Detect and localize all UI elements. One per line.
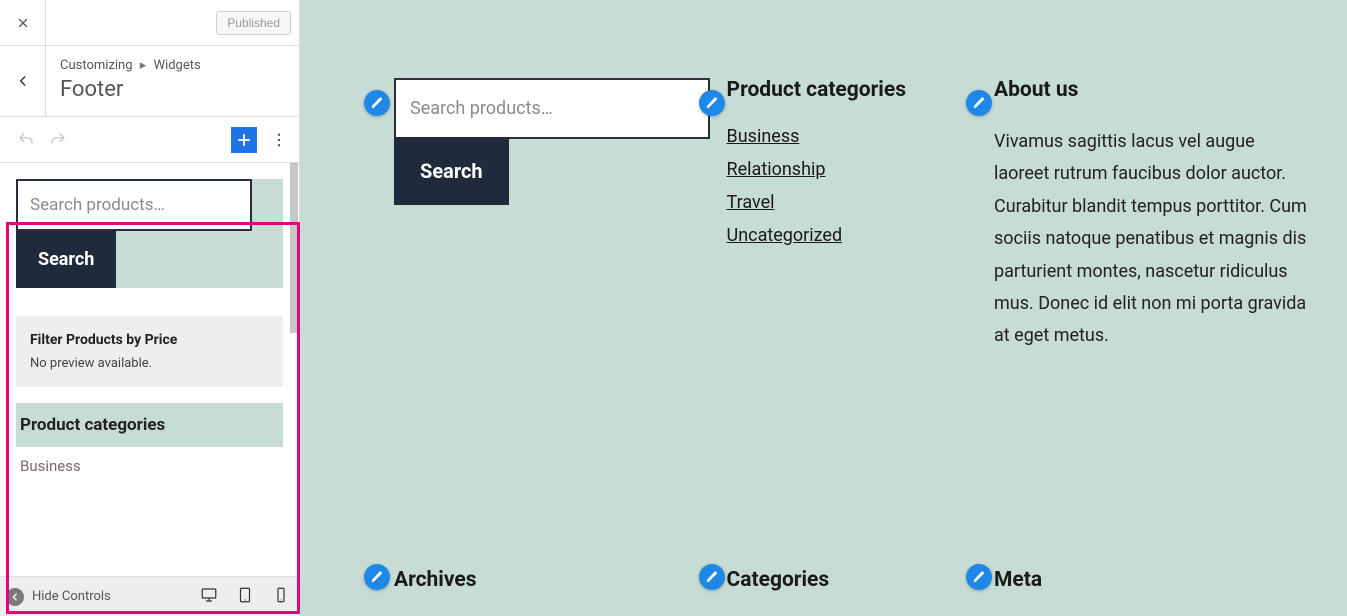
breadcrumb-child: Widgets <box>154 58 201 73</box>
edit-shortcut-categories[interactable] <box>699 564 725 590</box>
tablet-icon <box>236 586 254 604</box>
close-icon <box>16 16 30 30</box>
about-us-body: Vivamus sagittis lacus vel augue laoreet… <box>994 126 1311 353</box>
footer-widgets-row: Search products… Search Product categori… <box>300 0 1347 353</box>
mobile-icon <box>272 586 290 604</box>
pencil-icon <box>972 96 986 110</box>
more-options-button[interactable] <box>267 128 291 152</box>
collapse-icon <box>6 588 24 606</box>
footer-col-categories: Categories <box>727 564 994 616</box>
categories-heading: Categories <box>727 568 994 592</box>
footer-col-archives: Archives <box>360 564 727 616</box>
publish-button[interactable]: Published <box>216 11 291 35</box>
tablet-preview-button[interactable] <box>236 586 254 608</box>
footer-col-about-us: About us Vivamus sagittis lacus vel augu… <box>994 78 1311 353</box>
preview-search-input[interactable]: Search products… <box>394 78 710 139</box>
pencil-icon <box>370 96 384 110</box>
filter-products-block[interactable]: Filter Products by Price No preview avai… <box>16 316 283 387</box>
breadcrumb-separator-icon: ▸ <box>140 58 147 73</box>
hide-controls-button[interactable]: Hide Controls <box>6 588 111 606</box>
archives-heading: Archives <box>394 568 727 592</box>
search-input[interactable]: Search products… <box>16 179 252 231</box>
edit-shortcut-archives[interactable] <box>364 564 390 590</box>
preview-search-widget: Search products… Search <box>394 78 727 205</box>
redo-icon <box>49 131 67 149</box>
breadcrumb-trail: Customizing ▸ Widgets <box>60 58 285 73</box>
footer-widgets-row-2: Archives Categories Meta <box>360 564 1311 616</box>
pencil-icon <box>705 96 719 110</box>
hide-controls-label: Hide Controls <box>32 589 111 604</box>
edit-shortcut-product-categories[interactable] <box>699 90 725 116</box>
search-button[interactable]: Search <box>16 231 116 288</box>
add-block-button[interactable] <box>231 127 257 153</box>
block-toolbar <box>0 117 299 163</box>
customizer-breadcrumb: Customizing ▸ Widgets Footer <box>0 46 299 117</box>
widget-list[interactable]: Search products… Search Filter Products … <box>0 163 299 616</box>
undo-icon <box>17 131 35 149</box>
customizer-topbar: Published <box>0 0 299 46</box>
product-category-item[interactable]: Business <box>16 447 283 479</box>
footer-col-search: Search products… Search <box>360 78 727 353</box>
site-preview: Search products… Search Product categori… <box>300 0 1347 616</box>
product-categories-links: Business Relationship Travel Uncategoriz… <box>727 126 994 246</box>
scrollbar[interactable] <box>290 163 298 616</box>
footer-col-meta: Meta <box>994 564 1311 616</box>
category-link-relationship[interactable]: Relationship <box>727 159 994 180</box>
undo-button[interactable] <box>12 126 40 154</box>
pencil-icon <box>972 570 986 584</box>
toolbar-right <box>231 127 291 153</box>
back-button[interactable] <box>0 46 46 116</box>
filter-products-title: Filter Products by Price <box>30 332 269 348</box>
section-title: Footer <box>60 77 285 102</box>
about-us-heading: About us <box>994 78 1311 102</box>
footer-col-product-categories: Product categories Business Relationship… <box>727 78 994 353</box>
chevron-left-icon <box>16 74 30 88</box>
category-link-business[interactable]: Business <box>727 126 994 147</box>
category-link-uncategorized[interactable]: Uncategorized <box>727 225 994 246</box>
edit-shortcut-search[interactable] <box>364 90 390 116</box>
breadcrumb-texts: Customizing ▸ Widgets Footer <box>46 46 299 116</box>
product-categories-heading[interactable]: Product categories <box>16 403 283 447</box>
product-categories-heading: Product categories <box>727 78 994 102</box>
scroll-thumb[interactable] <box>290 163 298 333</box>
edit-shortcut-about-us[interactable] <box>966 90 992 116</box>
preview-search-button[interactable]: Search <box>394 137 509 205</box>
meta-heading: Meta <box>994 568 1311 592</box>
search-widget-block[interactable]: Search products… Search <box>16 179 283 288</box>
category-link-travel[interactable]: Travel <box>727 192 994 213</box>
pencil-icon <box>705 570 719 584</box>
device-preview-toggle <box>200 586 290 608</box>
filter-products-subtitle: No preview available. <box>30 356 269 371</box>
customizer-footer: Hide Controls <box>0 576 300 616</box>
plus-icon <box>235 131 253 149</box>
widget-content: Search products… Search Filter Products … <box>0 179 299 479</box>
customizer-panel: Published Customizing ▸ Widgets Footer <box>0 0 300 616</box>
more-vertical-icon <box>270 131 288 149</box>
mobile-preview-button[interactable] <box>272 586 290 608</box>
pencil-icon <box>370 570 384 584</box>
desktop-preview-button[interactable] <box>200 586 218 608</box>
redo-button[interactable] <box>44 126 72 154</box>
edit-shortcut-meta[interactable] <box>966 564 992 590</box>
close-customizer-button[interactable] <box>0 0 46 46</box>
search-widget: Search products… Search <box>16 179 283 288</box>
desktop-icon <box>200 586 218 604</box>
undo-redo-group <box>8 126 72 154</box>
breadcrumb-parent: Customizing <box>60 58 133 73</box>
